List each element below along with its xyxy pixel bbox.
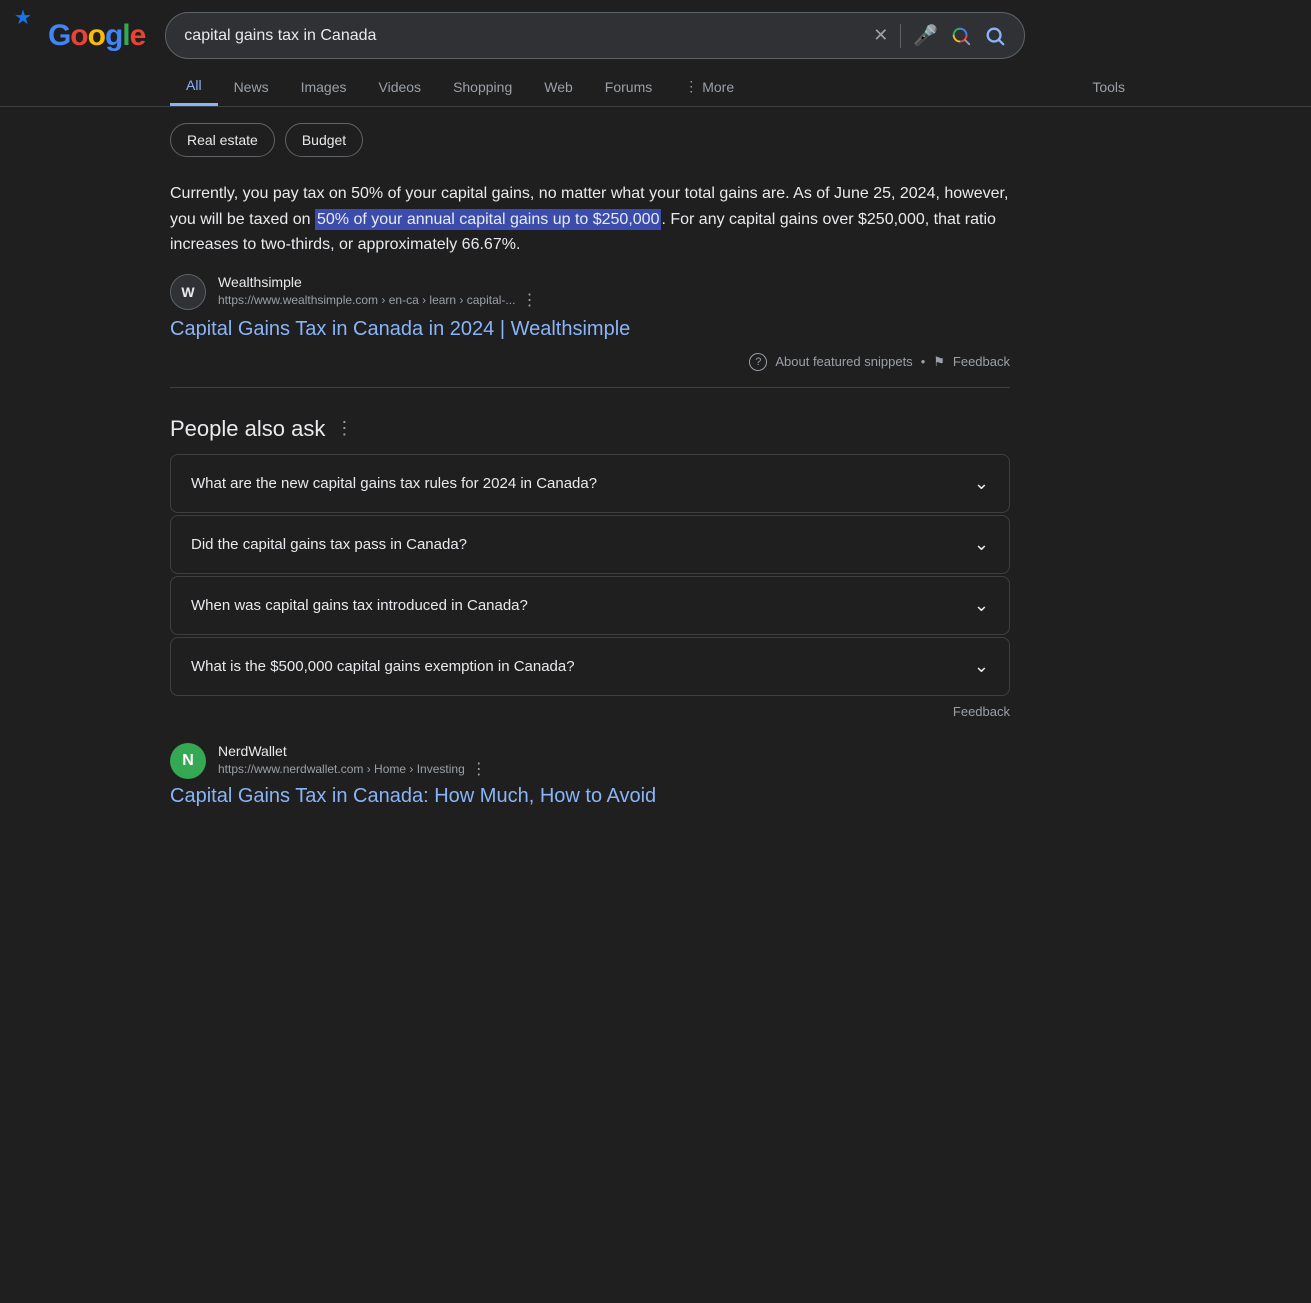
clear-icon[interactable]: ✕ [873,25,888,46]
logo-e: e [130,19,146,53]
nav-tools[interactable]: Tools [1076,69,1141,105]
filter-pills: Real estate Budget [170,123,1141,157]
paa-question-1[interactable]: Did the capital gains tax pass in Canada… [171,516,1009,573]
paa-question-0[interactable]: What are the new capital gains tax rules… [171,455,1009,512]
paa-item-2[interactable]: When was capital gains tax introduced in… [170,576,1010,635]
nav-news[interactable]: News [218,69,285,105]
logo-o2: o [88,19,105,53]
nav-forums[interactable]: Forums [589,69,668,105]
paa-title: People also ask ⋮ [170,416,1010,442]
result-source-name: NerdWallet [218,743,487,759]
search-input[interactable] [184,27,861,45]
about-snippets-link[interactable]: About featured snippets [775,354,912,369]
result-source-info: N NerdWallet https://www.nerdwallet.com … [170,743,1010,779]
three-dots-icon: ⋮ [684,78,698,95]
nerdwallet-link[interactable]: Capital Gains Tax in Canada: How Much, H… [170,785,656,807]
result-options-icon[interactable]: ⋮ [471,759,487,779]
lens-icon[interactable] [950,25,972,47]
logo-g2: g [105,19,122,53]
filter-real-estate[interactable]: Real estate [170,123,275,157]
nav-shopping[interactable]: Shopping [437,69,528,105]
logo-o1: o [70,19,87,53]
result-source-url: https://www.nerdwallet.com › Home › Inve… [218,759,487,779]
nav-more-label: More [702,79,734,95]
nav-images[interactable]: Images [285,69,363,105]
header: ★ Google ✕ 🎤 [0,0,1311,59]
nerdwallet-favicon: N [170,743,206,779]
paa-chevron-2: ⌄ [974,595,989,616]
logo-g: G [48,19,70,53]
logo-l: l [122,19,129,53]
paa-item-0[interactable]: What are the new capital gains tax rules… [170,454,1010,513]
paa-menu-icon[interactable]: ⋮ [335,418,353,439]
source-details: Wealthsimple https://www.wealthsimple.co… [218,274,537,310]
separator-dot: • [921,354,926,369]
source-options-icon[interactable]: ⋮ [521,290,537,310]
featured-snippet: Currently, you pay tax on 50% of your ca… [170,181,1010,388]
paa-chevron-3: ⌄ [974,656,989,677]
snippet-text: Currently, you pay tax on 50% of your ca… [170,181,1010,258]
people-also-ask: People also ask ⋮ What are the new capit… [170,416,1010,719]
paa-question-3[interactable]: What is the $500,000 capital gains exemp… [171,638,1009,695]
source-url: https://www.wealthsimple.com › en-ca › l… [218,290,537,310]
source-info: W Wealthsimple https://www.wealthsimple.… [170,274,1010,310]
filter-budget[interactable]: Budget [285,123,363,157]
snippet-highlight: 50% of your annual capital gains up to $… [315,209,661,230]
question-icon: ? [749,353,767,371]
nav-bar: All News Images Videos Shopping Web Foru… [0,59,1311,107]
nav-all[interactable]: All [170,67,218,106]
search-submit-icon[interactable] [984,25,1006,47]
paa-item-1[interactable]: Did the capital gains tax pass in Canada… [170,515,1010,574]
wealthsimple-link[interactable]: Capital Gains Tax in Canada in 2024 | We… [170,318,630,340]
paa-item-3[interactable]: What is the $500,000 capital gains exemp… [170,637,1010,696]
paa-chevron-0: ⌄ [974,473,989,494]
logo-area: ★ Google [24,19,145,53]
nav-web[interactable]: Web [528,69,589,105]
search-bar[interactable]: ✕ 🎤 [165,12,1025,59]
nerdwallet-result: N NerdWallet https://www.nerdwallet.com … [170,743,1010,808]
result-source-details: NerdWallet https://www.nerdwallet.com › … [218,743,487,779]
paa-feedback[interactable]: Feedback [170,704,1010,719]
nav-videos[interactable]: Videos [363,69,438,105]
snippet-footer: ? About featured snippets • ⚑ Feedback [170,353,1010,388]
mic-icon[interactable]: 🎤 [913,23,938,48]
flag-icon: ⚑ [933,354,945,370]
nav-more[interactable]: ⋮ More [668,68,750,105]
google-logo[interactable]: Google [48,19,145,53]
snippet-feedback-link[interactable]: Feedback [953,354,1010,369]
source-name: Wealthsimple [218,274,537,290]
search-divider [900,24,901,48]
paa-chevron-1: ⌄ [974,534,989,555]
wealthsimple-favicon: W [170,274,206,310]
paa-question-2[interactable]: When was capital gains tax introduced in… [171,577,1009,634]
star-icon: ★ [14,5,32,30]
main-content: Real estate Budget Currently, you pay ta… [0,107,1311,824]
